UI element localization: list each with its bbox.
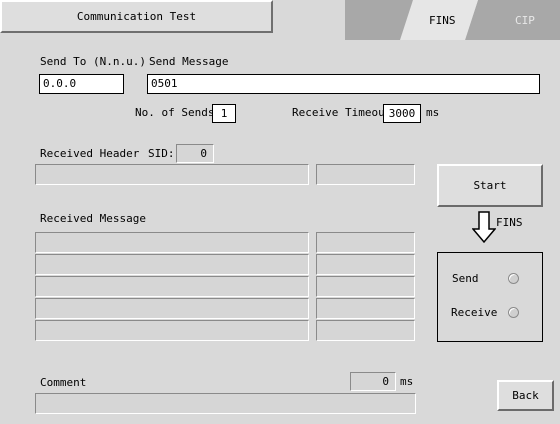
received-message-ascii-5 (316, 320, 415, 341)
send-message-label: Send Message (149, 55, 229, 68)
sid-label: SID: (148, 147, 175, 160)
receive-timeout-unit: ms (426, 106, 440, 119)
start-button[interactable]: Start (437, 164, 543, 207)
response-time-value: 0 (350, 372, 396, 391)
received-message-label: Received Message (40, 212, 146, 225)
num-sends-field[interactable]: 1 (212, 104, 236, 123)
status-panel (437, 252, 543, 342)
received-message-row-3 (35, 276, 309, 297)
received-message-row-1 (35, 232, 309, 253)
receive-indicator-icon (508, 307, 519, 318)
sid-value: 0 (176, 144, 214, 163)
tab-cip-label: CIP (515, 14, 535, 27)
comment-field (35, 393, 416, 414)
send-indicator-icon (508, 273, 519, 284)
comment-label: Comment (40, 376, 87, 389)
received-message-ascii-3 (316, 276, 415, 297)
arrow-down-icon (472, 211, 496, 244)
communication-test-screen: Communication Test FINS CIP Send To (N.n… (0, 0, 560, 424)
protocol-label: FINS (496, 216, 523, 229)
send-to-field[interactable]: 0.0.0 (39, 74, 124, 94)
received-header-label: Received Header (40, 147, 140, 160)
back-label: Back (512, 389, 539, 402)
tab-cip[interactable] (465, 0, 560, 40)
back-button[interactable]: Back (497, 380, 554, 411)
received-header-ascii (316, 164, 415, 185)
received-message-row-4 (35, 298, 309, 319)
send-to-label: Send To (N.n.u.) (40, 55, 146, 68)
receive-timeout-field[interactable]: 3000 (383, 104, 421, 123)
start-label: Start (473, 179, 507, 192)
response-time-unit: ms (400, 375, 414, 388)
received-message-row-2 (35, 254, 309, 275)
received-message-ascii-1 (316, 232, 415, 253)
num-sends-label: No. of Sends: (135, 106, 222, 119)
receive-status-label: Receive (451, 306, 498, 319)
received-message-ascii-2 (316, 254, 415, 275)
tab-fins-label: FINS (429, 14, 456, 27)
communication-test-button[interactable]: Communication Test (0, 0, 273, 33)
send-status-label: Send (452, 272, 479, 285)
send-message-field[interactable]: 0501 (147, 74, 540, 94)
received-message-row-5 (35, 320, 309, 341)
communication-test-label: Communication Test (76, 10, 197, 23)
received-header-display (35, 164, 309, 185)
received-message-ascii-4 (316, 298, 415, 319)
